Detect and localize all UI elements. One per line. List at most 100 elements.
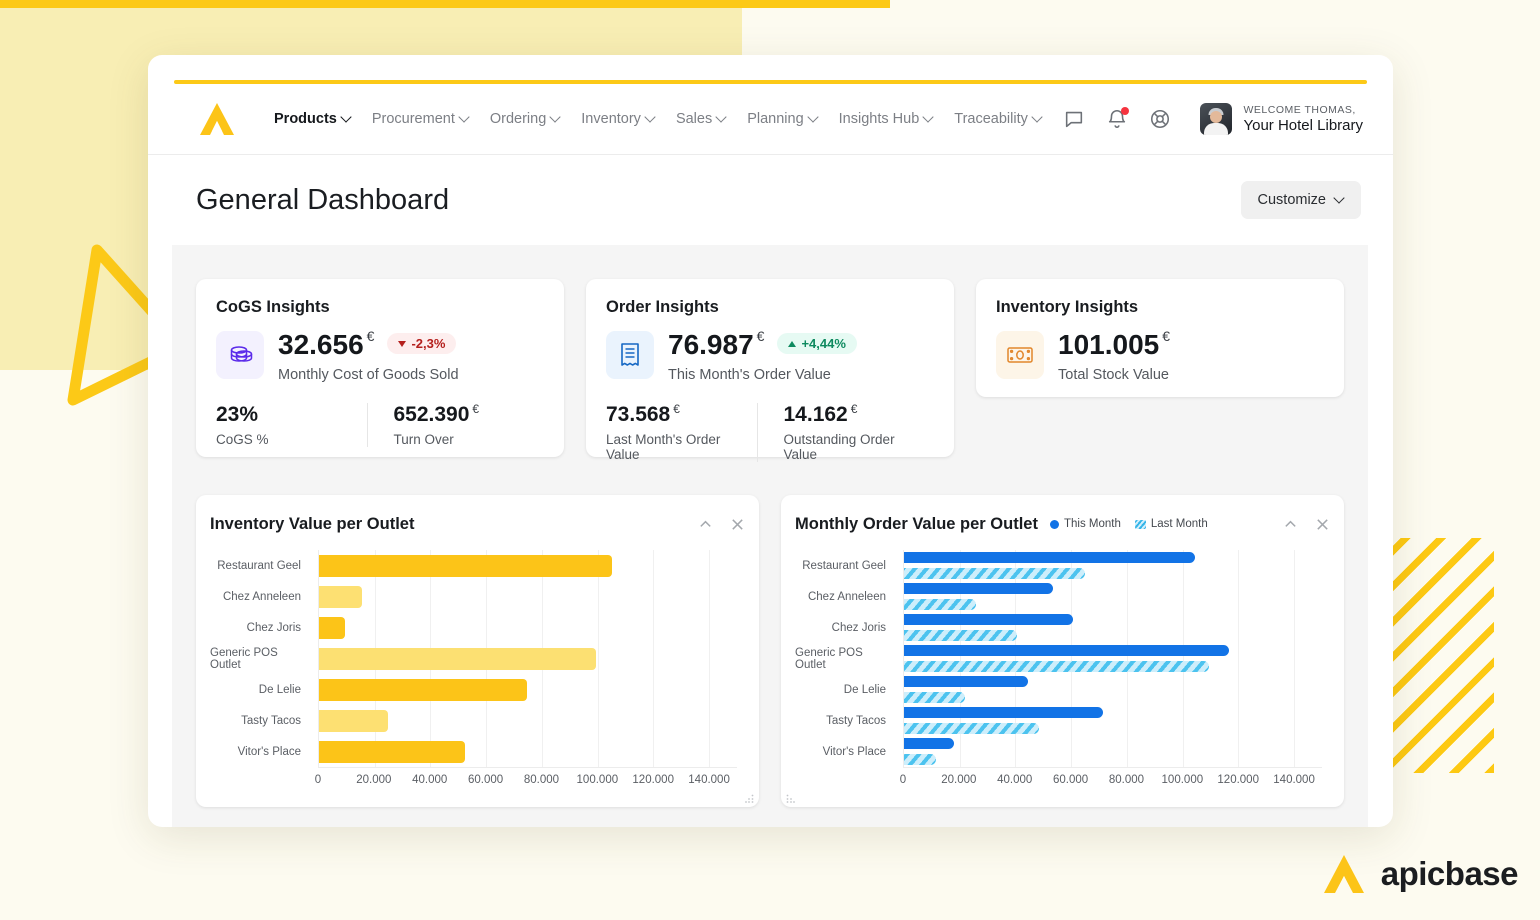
apicbase-logo-icon[interactable] xyxy=(196,101,238,137)
bar[interactable] xyxy=(319,616,345,639)
bar-last-month[interactable] xyxy=(904,754,937,765)
customize-button[interactable]: Customize xyxy=(1240,181,1361,219)
x-axis-labels: 0 20.000 40.000 60.000 80.000 100.000 120.000 1… xyxy=(315,774,737,792)
y-axis-label: De Lelie xyxy=(843,684,886,697)
nav-label: Procurement xyxy=(371,111,455,127)
monthly-order-value-chart-card: Monthly Order Value per Outlet This Mont… xyxy=(781,495,1344,807)
organization-name: Your Hotel Library xyxy=(1243,117,1363,134)
bar[interactable] xyxy=(319,647,597,670)
chart-row xyxy=(319,612,737,643)
nav-item-sales[interactable]: Sales xyxy=(676,111,726,127)
bar-this-month[interactable] xyxy=(904,738,955,749)
nav-label: Inventory xyxy=(581,111,641,127)
bar[interactable] xyxy=(319,678,527,701)
x-axis-tick-label: 80.000 xyxy=(1108,774,1145,786)
nav-item-inventory[interactable]: Inventory xyxy=(581,111,655,127)
bar-last-month[interactable] xyxy=(904,599,977,610)
plot-area xyxy=(318,550,737,768)
currency-symbol: € xyxy=(366,328,375,344)
resize-grip-icon[interactable] xyxy=(745,794,754,803)
bar-last-month[interactable] xyxy=(904,723,1040,734)
bar-last-month[interactable] xyxy=(904,692,966,703)
triangle-up-icon xyxy=(788,340,797,347)
y-axis-label: Tasty Tacos xyxy=(241,715,301,728)
user-block[interactable]: WELCOME THOMAS, Your Hotel Library xyxy=(1200,103,1363,135)
chart-plot: Restaurant Geel Chez Anneleen Chez Joris Ge… xyxy=(210,550,745,786)
chevron-down-icon xyxy=(1033,113,1042,122)
chart-row xyxy=(904,581,1322,612)
main-navigation: Products Procurement Ordering Inventory … xyxy=(274,111,1042,127)
order-insights-card: Order Insights 76.987 € +4,44% This Mont… xyxy=(586,279,954,462)
bar-last-month[interactable] xyxy=(904,661,1210,672)
x-axis-tick-label: 120.000 xyxy=(1217,774,1259,786)
cell-label: Last Month's Order Value xyxy=(606,432,721,462)
cell-value: 14.162 xyxy=(783,403,848,426)
y-axis-label: Tasty Tacos xyxy=(826,715,886,728)
bar-last-month[interactable] xyxy=(904,568,1086,579)
bar-this-month[interactable] xyxy=(904,645,1229,656)
bar-this-month[interactable] xyxy=(904,583,1054,594)
bar[interactable] xyxy=(319,740,466,763)
legend-item-this-month[interactable]: This Month xyxy=(1049,518,1121,530)
kpi-value: 101.005 xyxy=(1058,329,1160,360)
y-axis-labels: Restaurant Geel Chez Anneleen Chez Joris Ge… xyxy=(795,550,895,768)
chevron-down-icon xyxy=(460,113,469,122)
chevron-up-icon[interactable] xyxy=(1283,517,1298,532)
nav-label: Planning xyxy=(747,111,804,127)
nav-item-insights-hub[interactable]: Insights Hub xyxy=(839,111,934,127)
y-axis-labels: Restaurant Geel Chez Anneleen Chez Joris Ge… xyxy=(210,550,310,768)
y-axis-label: De Lelie xyxy=(258,684,301,697)
customize-label: Customize xyxy=(1257,192,1327,208)
bar[interactable] xyxy=(319,554,612,577)
close-icon[interactable] xyxy=(1315,517,1330,532)
bar-this-month[interactable] xyxy=(904,614,1073,625)
chart-row xyxy=(904,612,1322,643)
x-axis-tick-label: 120.000 xyxy=(632,774,674,786)
nav-item-ordering[interactable]: Ordering xyxy=(490,111,560,127)
nav-item-traceability[interactable]: Traceability xyxy=(954,111,1042,127)
chevron-up-icon[interactable] xyxy=(698,517,713,532)
nav-label: Ordering xyxy=(489,111,547,127)
close-icon[interactable] xyxy=(730,517,745,532)
chart-row xyxy=(904,736,1322,767)
chevron-down-icon xyxy=(1335,194,1344,203)
legend-item-last-month[interactable]: Last Month xyxy=(1134,518,1208,530)
bar[interactable] xyxy=(319,709,389,732)
chart-row xyxy=(319,581,737,612)
currency-symbol: € xyxy=(1162,328,1171,344)
x-axis-tick-label: 20.000 xyxy=(941,774,977,786)
lifebuoy-icon[interactable] xyxy=(1149,108,1171,130)
bar-last-month[interactable] xyxy=(904,630,1017,641)
bell-icon[interactable] xyxy=(1106,107,1130,130)
card-title: Inventory Insights xyxy=(996,298,1139,316)
x-axis-tick-label: 140.000 xyxy=(1273,774,1315,786)
y-axis-label: Vitor's Place xyxy=(237,746,301,759)
bar-this-month[interactable] xyxy=(904,552,1196,563)
y-axis-label: Chez Anneleen xyxy=(807,590,886,603)
chart-row xyxy=(904,674,1322,705)
cell-value: 652.390 xyxy=(393,403,470,426)
bar-this-month[interactable] xyxy=(904,707,1104,718)
x-axis-tick-label: 100.000 xyxy=(1161,774,1204,786)
chat-icon[interactable] xyxy=(1063,108,1085,130)
chart-card-row: Inventory Value per Outlet Restaurant Ge… xyxy=(196,495,1344,807)
nav-item-procurement[interactable]: Procurement xyxy=(372,111,469,127)
chart-row xyxy=(319,705,737,736)
bar[interactable] xyxy=(319,585,363,608)
chart-legend: This Month Last Month xyxy=(1049,518,1208,530)
resize-grip-icon[interactable] xyxy=(786,794,795,803)
nav-item-products[interactable]: Products xyxy=(274,111,351,127)
nav-label: Products xyxy=(274,111,337,127)
y-axis-label: Generic POS Outlet xyxy=(210,646,278,671)
legend-label: This Month xyxy=(1063,518,1121,530)
hatched-square-decoration xyxy=(1382,538,1494,773)
nav-item-planning[interactable]: Planning xyxy=(747,111,817,127)
trend-value: -2,3% xyxy=(411,336,446,351)
header-actions: WELCOME THOMAS, Your Hotel Library xyxy=(1063,103,1363,135)
cell-value: 23% xyxy=(216,403,259,426)
bar-this-month[interactable] xyxy=(904,676,1028,687)
cell-label: Turn Over xyxy=(393,432,454,447)
legend-hatch-icon xyxy=(1134,519,1146,529)
welcome-text: WELCOME THOMAS, xyxy=(1243,104,1356,116)
card-title: Order Insights xyxy=(606,298,719,316)
